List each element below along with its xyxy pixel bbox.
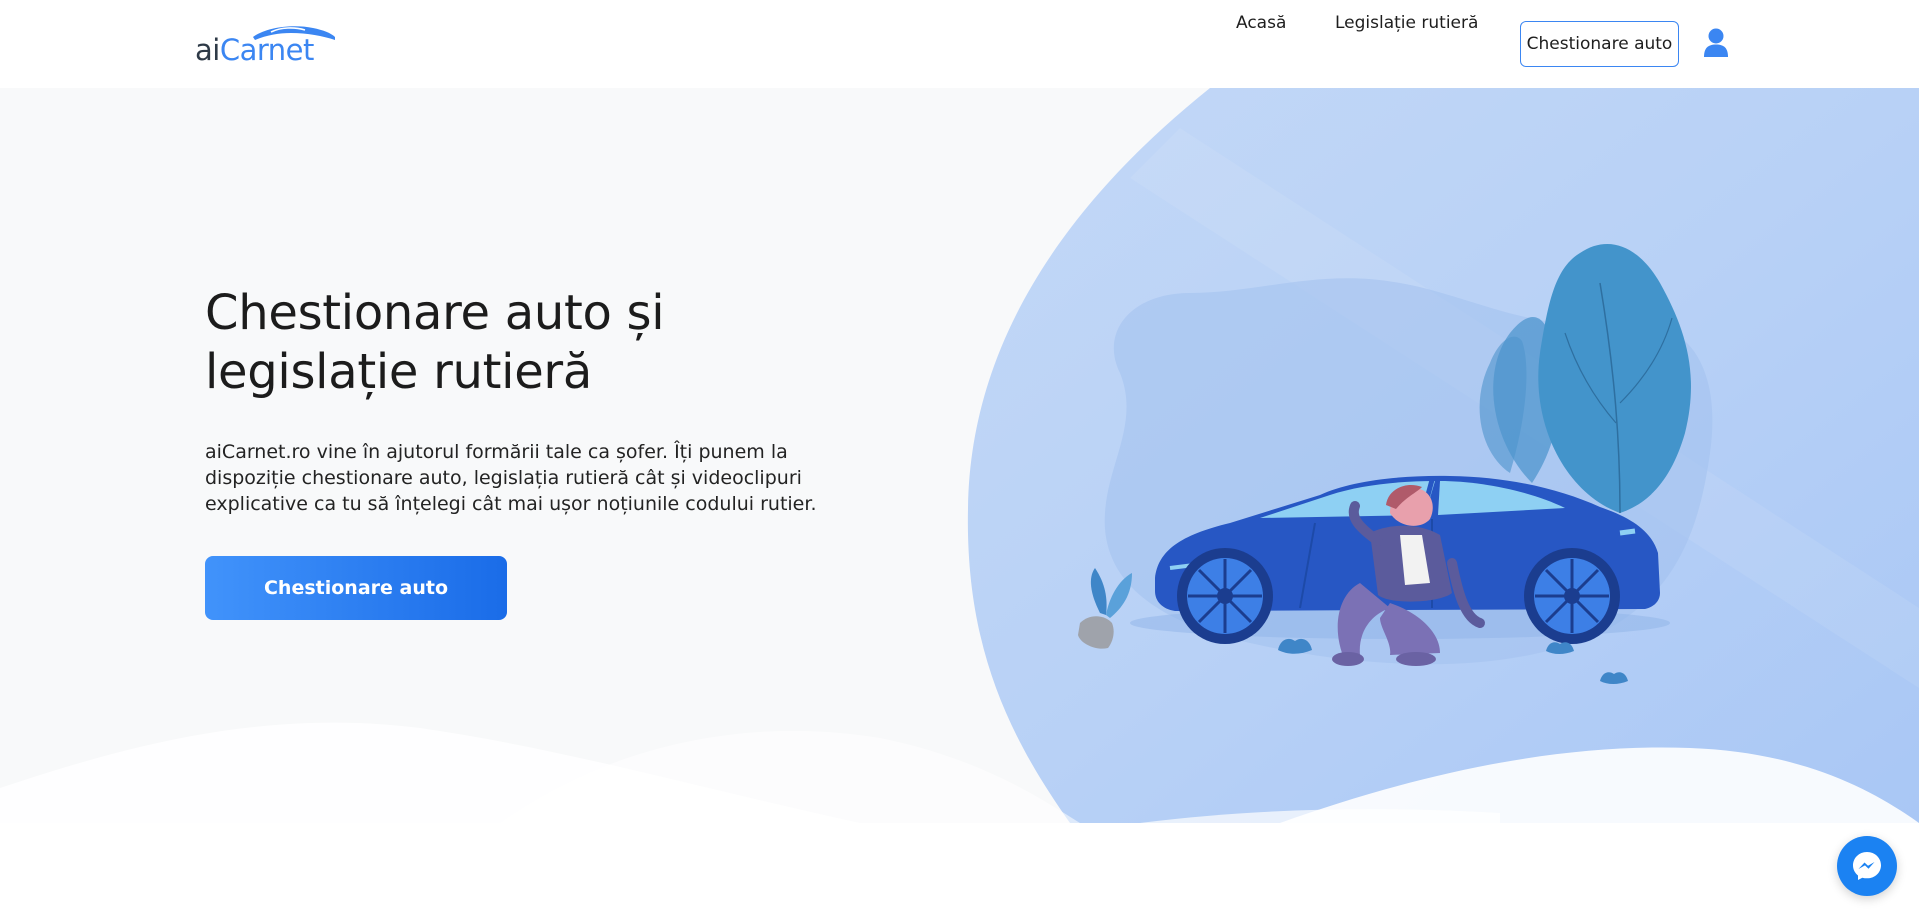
- messenger-chat-button[interactable]: [1837, 836, 1897, 896]
- car-with-person-illustration: [1078, 244, 1713, 684]
- hero-quiz-button[interactable]: Chestionare auto: [205, 556, 507, 620]
- nav-quiz-button[interactable]: Chestionare auto: [1520, 21, 1679, 67]
- logo-text: aiCarnet: [195, 34, 314, 66]
- user-icon[interactable]: [1703, 28, 1729, 58]
- hero-description: aiCarnet.ro vine în ajutorul formării ta…: [205, 441, 817, 515]
- site-header: aiCarnet Acasă Legislație rutieră Chesti…: [0, 0, 1919, 88]
- hero-title: Chestionare auto și legislație rutieră: [205, 285, 665, 400]
- logo-text-ai: ai: [195, 33, 220, 67]
- nav-link-home[interactable]: Acasă: [1236, 0, 1286, 46]
- messenger-icon: [1853, 852, 1881, 880]
- hero-section: Chestionare auto și legislație rutieră a…: [0, 88, 1919, 823]
- nav-link-legislation[interactable]: Legislație rutieră: [1335, 0, 1478, 46]
- logo-text-carnet: Carnet: [219, 33, 315, 67]
- site-logo[interactable]: aiCarnet: [195, 24, 340, 66]
